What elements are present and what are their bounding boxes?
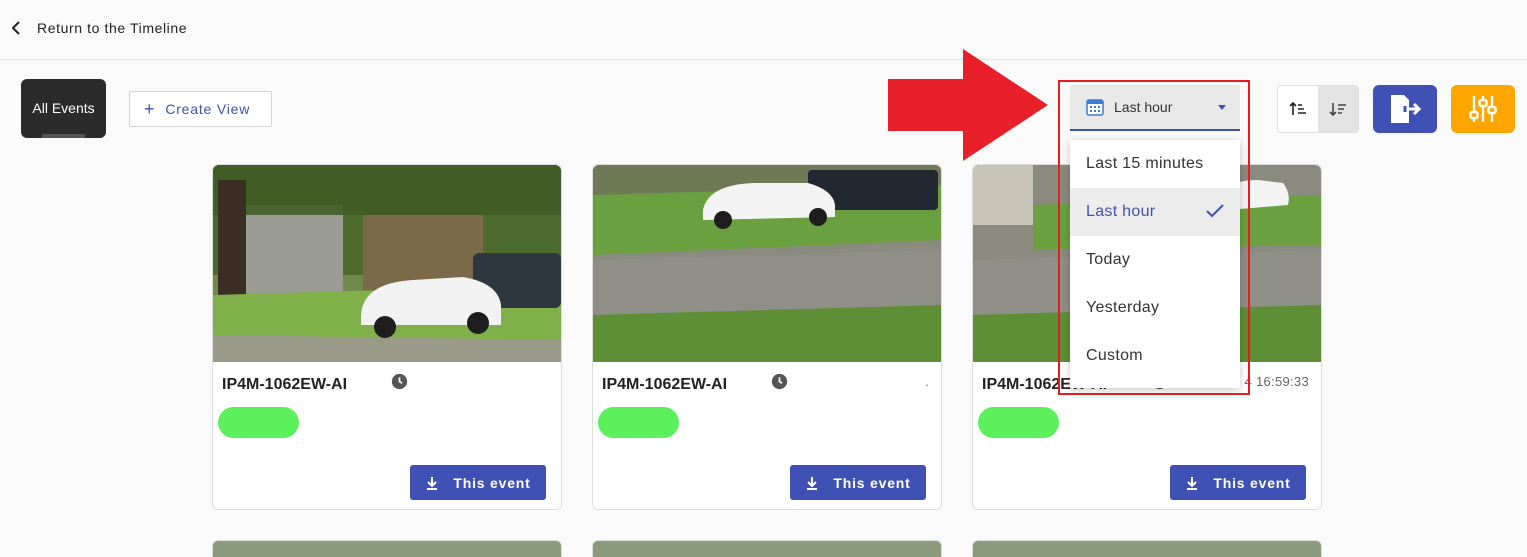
return-label: Return to the Timeline — [37, 20, 188, 36]
download-icon — [1187, 476, 1198, 490]
all-events-view-button[interactable]: All Events — [21, 79, 106, 138]
download-icon — [807, 476, 818, 490]
event-card-partial[interactable] — [592, 540, 942, 557]
create-view-label: Create View — [165, 101, 251, 117]
return-to-timeline-link[interactable]: Return to the Timeline — [8, 14, 187, 42]
filter-settings-button[interactable] — [1451, 85, 1515, 133]
event-card[interactable]: IP4M-1062EW-AI This event — [212, 164, 562, 510]
download-event-button[interactable]: This event — [410, 465, 546, 500]
event-card[interactable]: IP4M-1062EW-AI . This event — [592, 164, 942, 510]
top-bar: Return to the Timeline — [0, 0, 1527, 60]
period-option-today[interactable]: Today — [1070, 236, 1240, 284]
event-tag — [598, 407, 679, 438]
event-thumbnail[interactable] — [593, 165, 941, 362]
export-button[interactable] — [1373, 85, 1437, 133]
sliders-icon — [1469, 96, 1497, 122]
event-thumbnail[interactable] — [213, 165, 561, 362]
sort-descending-icon — [1329, 103, 1346, 117]
calendar-icon — [1086, 99, 1104, 116]
event-tag — [978, 407, 1059, 438]
download-label: This event — [453, 474, 531, 491]
clock-icon — [771, 373, 788, 390]
event-card-partial[interactable] — [972, 540, 1322, 557]
plus-icon: + — [144, 99, 156, 119]
caret-down-icon — [1218, 105, 1226, 110]
camera-name: IP4M-1062EW-AI — [222, 376, 348, 393]
event-time: . — [925, 374, 929, 389]
create-view-button[interactable]: + Create View — [129, 91, 272, 127]
option-label: Custom — [1086, 347, 1143, 364]
sort-ascending-icon — [1289, 101, 1306, 115]
period-option-last-hour[interactable]: Last hour — [1070, 188, 1240, 236]
period-dropdown-menu: Last 15 minutes Last hour Today Yesterda… — [1070, 140, 1240, 388]
option-label: Last 15 minutes — [1086, 155, 1204, 172]
period-option-yesterday[interactable]: Yesterday — [1070, 284, 1240, 332]
export-icon — [1391, 95, 1422, 123]
sort-ascending-button[interactable] — [1278, 86, 1318, 132]
download-event-button[interactable]: This event — [1170, 465, 1306, 500]
option-label: Yesterday — [1086, 299, 1160, 316]
event-tag — [218, 407, 299, 438]
check-icon — [1206, 204, 1224, 218]
download-icon — [427, 476, 438, 490]
period-option-custom[interactable]: Custom — [1070, 332, 1240, 380]
event-card-partial[interactable] — [212, 540, 562, 557]
download-label: This event — [833, 474, 911, 491]
event-time: 4 16:59:33 — [1244, 374, 1309, 389]
clock-icon — [391, 373, 408, 390]
option-label: Last hour — [1086, 203, 1156, 220]
all-events-label: All Events — [32, 99, 95, 116]
option-label: Today — [1086, 251, 1131, 268]
period-select[interactable]: Last hour — [1070, 85, 1240, 131]
chevron-left-icon — [11, 21, 20, 35]
sort-descending-button[interactable] — [1318, 86, 1358, 132]
download-event-button[interactable]: This event — [790, 465, 926, 500]
download-label: This event — [1213, 474, 1291, 491]
period-select-value: Last hour — [1114, 99, 1173, 115]
sort-toggle-group — [1277, 85, 1359, 133]
period-option-last-15-minutes[interactable]: Last 15 minutes — [1070, 140, 1240, 188]
camera-name: IP4M-1062EW-AI — [602, 376, 728, 393]
red-arrow-annotation — [888, 49, 1048, 161]
